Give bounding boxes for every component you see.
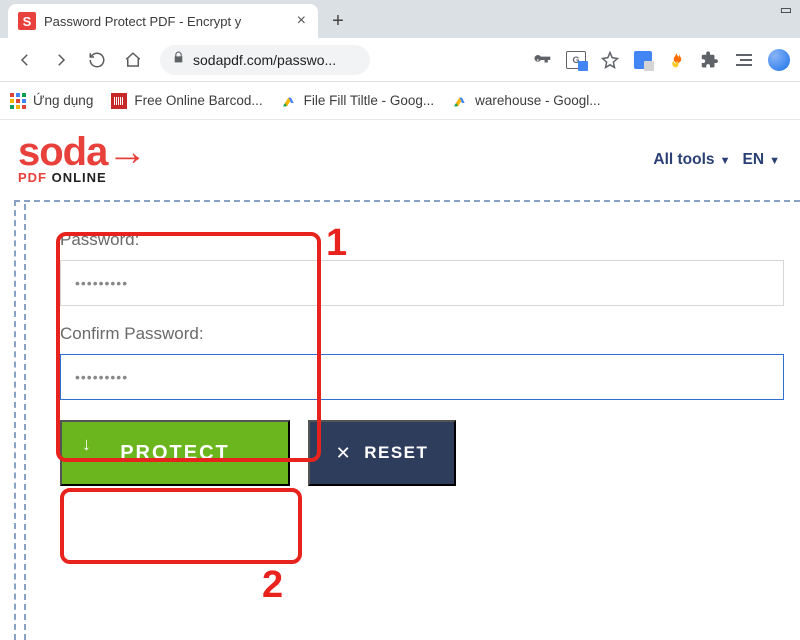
bookmark-drive-1[interactable]: File Fill Tiltle - Goog... [281,93,435,108]
nav-all-tools[interactable]: All tools ▼ [653,151,730,169]
logo-arrow-icon: → [107,130,146,174]
confirm-password-group: Confirm Password: [60,324,784,400]
bookmark-label: Free Online Barcod... [134,93,262,108]
tab-close-icon[interactable]: × [297,12,306,30]
protect-button-label: PROTECT [120,442,230,465]
password-input[interactable] [60,260,784,306]
window-maximize-icon[interactable]: ▭ [780,2,792,18]
barcode-icon [111,93,127,109]
upload-content-area: Password: Confirm Password: ↓ PROTECT ✕ … [14,200,800,640]
bookmark-label: warehouse - Googl... [475,93,600,108]
bookmark-drive-2[interactable]: warehouse - Googl... [452,93,600,108]
password-label: Password: [60,230,784,250]
forward-button[interactable] [46,45,76,75]
window-controls: ▭ [780,0,792,18]
fire-ext-icon[interactable] [666,50,686,70]
bookmarks-bar: Ứng dụng Free Online Barcod... File Fill… [0,82,800,120]
tab-title: Password Protect PDF - Encrypt y [44,14,289,29]
reset-button[interactable]: ✕ RESET [308,420,456,486]
nav-language[interactable]: EN ▼ [743,151,781,169]
browser-toolbar: sodapdf.com/passwo... G [0,38,800,82]
bookmark-apps[interactable]: Ứng dụng [10,93,93,109]
confirm-password-label: Confirm Password: [60,324,784,344]
reading-list-icon[interactable] [734,50,754,70]
tab-favicon: S [18,12,36,30]
lock-icon [172,51,185,69]
browser-tab-strip: S Password Protect PDF - Encrypt y × + ▭ [0,0,800,38]
reload-button[interactable] [82,45,112,75]
google-drive-icon [281,94,297,108]
chevron-down-icon: ▼ [766,155,780,167]
back-button[interactable] [10,45,40,75]
bookmark-label: Ứng dụng [33,93,93,108]
new-tab-button[interactable]: + [324,7,352,35]
chevron-down-icon: ▼ [717,155,731,167]
action-buttons: ↓ PROTECT ✕ RESET [60,420,784,486]
bookmark-barcode[interactable]: Free Online Barcod... [111,93,262,109]
logo-sub-pdf: PDF [18,170,47,185]
reset-button-label: RESET [364,443,428,463]
close-icon: ✕ [336,443,353,464]
url-text: sodapdf.com/passwo... [193,52,336,68]
annotation-number-2: 2 [262,564,283,607]
page-root: soda→ PDF ONLINE All tools ▼ EN ▼ Passwo… [0,120,800,640]
site-nav: All tools ▼ EN ▼ [653,151,780,169]
dashed-divider [24,204,26,640]
protect-button[interactable]: ↓ PROTECT [60,420,290,486]
bookmark-label: File Fill Tiltle - Goog... [304,93,435,108]
download-arrow-icon: ↓ [82,434,93,455]
logo-sub-online: ONLINE [47,170,107,185]
address-bar[interactable]: sodapdf.com/passwo... [160,45,370,75]
confirm-password-input[interactable] [60,354,784,400]
google-drive-icon [452,94,468,108]
site-header: soda→ PDF ONLINE All tools ▼ EN ▼ [0,120,800,193]
logo-word: soda [18,130,107,174]
site-logo[interactable]: soda→ PDF ONLINE [18,134,146,185]
profile-avatar[interactable] [768,49,790,71]
extensions-icon[interactable] [700,50,720,70]
home-button[interactable] [118,45,148,75]
browser-tab[interactable]: S Password Protect PDF - Encrypt y × [8,4,318,38]
google-translate-ext-icon[interactable] [634,51,652,69]
bookmark-star-icon[interactable] [600,50,620,70]
password-key-icon[interactable] [532,50,552,70]
apps-grid-icon [10,93,26,109]
translate-page-icon[interactable]: G [566,51,586,69]
password-group: Password: [60,230,784,306]
annotation-number-1: 1 [326,222,347,265]
